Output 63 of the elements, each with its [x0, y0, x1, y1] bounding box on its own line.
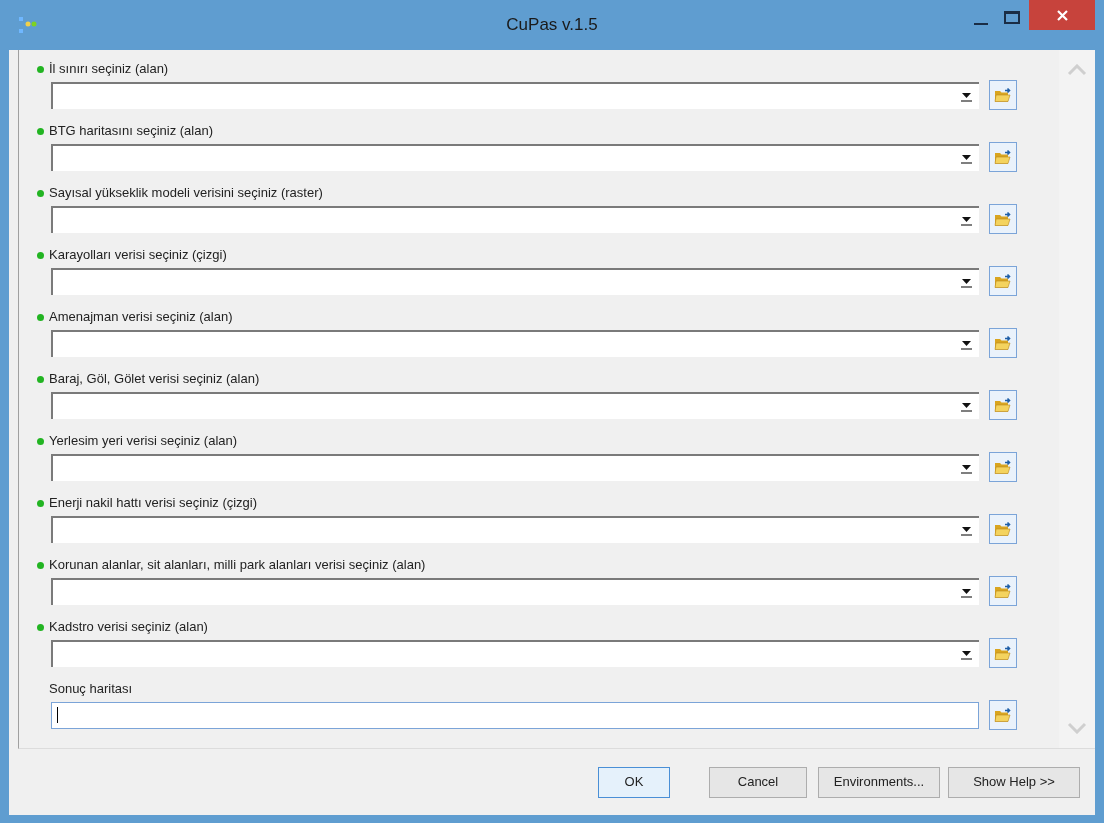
parameter-label: Karayolları verisi seçiniz (çizgi) [49, 246, 227, 265]
dataset-dropdown[interactable] [51, 515, 979, 543]
folder-icon [994, 459, 1012, 475]
dataset-dropdown[interactable] [51, 143, 979, 171]
folder-icon [994, 645, 1012, 661]
dialog-button[interactable]: OK [598, 766, 670, 798]
dataset-dropdown[interactable] [51, 453, 979, 481]
dataset-dropdown[interactable] [51, 267, 979, 295]
dropdown-arrow-icon [960, 462, 973, 474]
browse-button[interactable] [989, 328, 1017, 358]
dataset-dropdown[interactable] [51, 639, 979, 667]
folder-icon [994, 335, 1012, 351]
dropdown-arrow-icon [960, 276, 973, 288]
browse-button[interactable] [989, 700, 1017, 730]
parameter-label: BTG haritasını seçiniz (alan) [49, 122, 213, 141]
dropdown-arrow-icon [960, 338, 973, 350]
dataset-dropdown[interactable] [51, 81, 979, 109]
parameter-label: Sayısal yükseklik modeli verisini seçiniz (raster) [49, 184, 323, 203]
scroll-down-icon [1067, 722, 1087, 734]
dataset-dropdown[interactable] [51, 577, 979, 605]
parameter-label: Baraj, Göl, Gölet verisi seçiniz (alan) [49, 370, 260, 389]
parameter-label: Kadstro verisi seçiniz (alan) [49, 618, 208, 637]
browse-button[interactable] [989, 80, 1017, 110]
dataset-dropdown[interactable] [51, 391, 979, 419]
parameter-label: Enerji nakil hattı verisi seçiniz (çizgi) [49, 494, 258, 513]
parameter-label: Amenajman verisi seçiniz (alan) [49, 308, 233, 327]
parameter-label: Yerlesim yeri verisi seçiniz (alan) [49, 432, 238, 451]
dialog-button[interactable]: Cancel [709, 766, 807, 798]
dataset-dropdown[interactable] [51, 329, 979, 357]
dropdown-arrow-icon [960, 586, 973, 598]
folder-icon [994, 211, 1012, 227]
dropdown-arrow-icon [960, 90, 973, 102]
folder-icon [994, 397, 1012, 413]
folder-icon [994, 149, 1012, 165]
folder-icon [994, 87, 1012, 103]
window-title: CuPas v.1.5 [505, 14, 599, 37]
browse-button[interactable] [989, 204, 1017, 234]
dropdown-arrow-icon [960, 152, 973, 164]
browse-button[interactable] [989, 452, 1017, 482]
browse-button[interactable] [989, 142, 1017, 172]
dialog-button[interactable]: Environments... [818, 766, 940, 798]
scroll-up-icon [1067, 64, 1087, 76]
parameter-label: İl sınırı seçiniz (alan) [49, 60, 169, 79]
dropdown-arrow-icon [960, 648, 973, 660]
folder-icon [994, 273, 1012, 289]
browse-button[interactable] [989, 514, 1017, 544]
dropdown-arrow-icon [960, 524, 973, 536]
parameter-label: Korunan alanlar, sit alanları, milli park alanları verisi seçiniz (alan) [49, 556, 426, 575]
dropdown-arrow-icon [960, 214, 973, 226]
output-field[interactable] [51, 701, 979, 729]
browse-button[interactable] [989, 638, 1017, 668]
close-icon [1056, 9, 1068, 21]
parameter-label: Sonuç haritası [49, 680, 133, 699]
dialog-button[interactable]: Show Help >> [948, 766, 1080, 798]
folder-icon [994, 521, 1012, 537]
dropdown-arrow-icon [960, 400, 973, 412]
browse-button[interactable] [989, 390, 1017, 420]
folder-icon [994, 707, 1012, 723]
dataset-dropdown[interactable] [51, 205, 979, 233]
close-button[interactable] [1029, 0, 1095, 30]
folder-icon [994, 583, 1012, 599]
browse-button[interactable] [989, 576, 1017, 606]
browse-button[interactable] [989, 266, 1017, 296]
